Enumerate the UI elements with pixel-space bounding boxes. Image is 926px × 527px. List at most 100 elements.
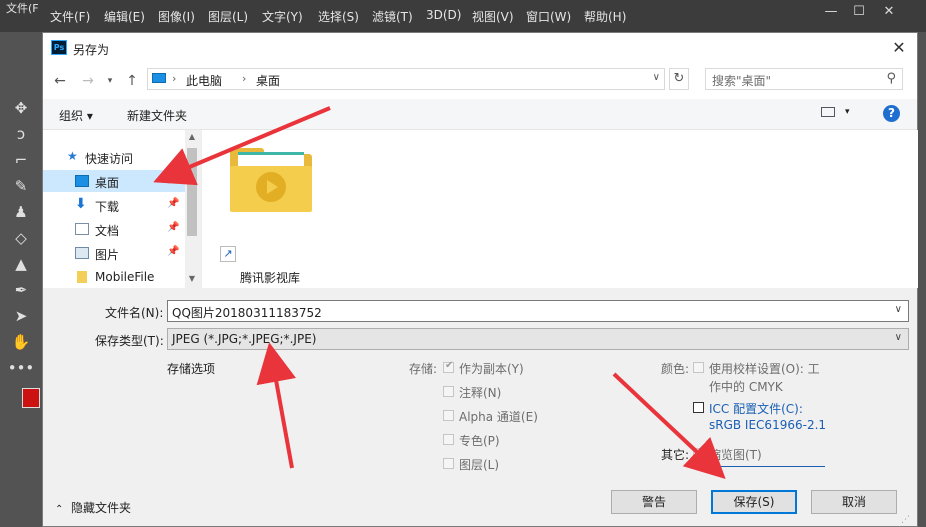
nav-item-label: 图片	[95, 248, 120, 262]
forward-arrow-icon[interactable]: →	[79, 72, 97, 90]
nav-item-label: 文档	[95, 224, 120, 238]
checkmark-icon: ✔	[445, 360, 454, 371]
spot-colors-label: 专色(P)	[459, 434, 500, 448]
layers-checkbox[interactable]	[443, 458, 454, 469]
crop-icon[interactable]: ⌐	[0, 148, 42, 172]
menu-view[interactable]: 视图(V)	[472, 8, 514, 25]
ps-file-tab[interactable]: 文件(F	[6, 0, 39, 16]
thumbnail-label: 缩览图(T)	[709, 448, 762, 462]
search-placeholder: 搜索"桌面"	[712, 74, 772, 88]
chevron-down-icon[interactable]: ∨	[895, 304, 902, 315]
organize-button[interactable]: 组织 ▾	[59, 107, 93, 124]
cancel-button[interactable]: 取消	[811, 490, 897, 514]
search-box[interactable]: 搜索"桌面" ⚲	[705, 68, 903, 90]
menu-type[interactable]: 文字(Y)	[262, 8, 303, 25]
lasso-icon[interactable]: ↄ	[0, 122, 42, 146]
menu-file[interactable]: 文件(F)	[50, 8, 90, 25]
dialog-title: 另存为	[73, 43, 110, 57]
nav-item-downloads[interactable]: ⬇ 下载 📌	[43, 194, 185, 216]
help-button[interactable]: ?	[883, 105, 900, 122]
color-label: 颜色:	[661, 362, 690, 376]
annotations-checkbox[interactable]	[443, 386, 454, 397]
pen-icon[interactable]: ✒	[0, 278, 42, 302]
spot-colors-checkbox[interactable]	[443, 434, 454, 445]
nav-item-documents[interactable]: 文档 📌	[43, 218, 185, 240]
up-arrow-icon[interactable]: ↑	[123, 72, 141, 90]
nav-item-pictures[interactable]: 图片 📌	[43, 242, 185, 264]
chevron-down-icon: ∨	[894, 332, 902, 343]
scroll-up-icon[interactable]: ▲	[185, 132, 199, 141]
ps-toolbar: ✥ ↄ ⌐ ✎ ♟ ◇ ▲ ✒ ➤ ✋ •••	[0, 66, 43, 527]
photoshop-icon: Ps	[51, 40, 67, 55]
address-dropdown-icon[interactable]: ∨	[653, 72, 660, 83]
recent-dropdown-icon[interactable]: ▾	[101, 72, 119, 90]
nav-scrollbar[interactable]: ▲ ▼	[185, 130, 199, 288]
maximize-button[interactable]: ☐	[846, 2, 872, 22]
stamp-icon[interactable]: ♟	[0, 200, 42, 224]
alpha-channels-checkbox[interactable]	[443, 410, 454, 421]
quick-access[interactable]: ★ 快速访问	[43, 146, 185, 168]
menu-filter[interactable]: 滤镜(T)	[372, 8, 413, 25]
folder-icon	[77, 271, 87, 283]
download-icon: ⬇	[75, 196, 87, 212]
folder-icon[interactable]	[230, 146, 312, 212]
menu-3d[interactable]: 3D(D)	[426, 8, 461, 22]
menu-help[interactable]: 帮助(H)	[584, 8, 626, 25]
breadcrumb-this-pc[interactable]: 此电脑	[186, 72, 222, 89]
move-icon[interactable]: ✥	[0, 96, 42, 120]
eyedropper-icon[interactable]: ✎	[0, 174, 42, 198]
scroll-down-icon[interactable]: ▼	[185, 274, 199, 283]
pin-icon: 📌	[167, 246, 180, 257]
pin-icon: 📌	[167, 174, 180, 185]
icc-profile-checkbox[interactable]	[693, 402, 704, 413]
quick-access-label: 快速访问	[85, 152, 134, 166]
resize-grip-icon[interactable]: ⋰	[901, 515, 910, 525]
eraser-icon[interactable]: ◇	[0, 226, 42, 250]
menu-window[interactable]: 窗口(W)	[526, 8, 571, 25]
breadcrumb-separator-icon: ›	[172, 72, 177, 85]
filetype-label: 保存类型(T):	[95, 334, 164, 348]
pin-icon: 📌	[167, 198, 180, 209]
nav-item-label: 下载	[95, 200, 120, 214]
menu-layer[interactable]: 图层(L)	[208, 8, 248, 25]
minimize-button[interactable]: —	[818, 2, 844, 22]
menu-edit[interactable]: 编辑(E)	[104, 8, 145, 25]
address-bar[interactable]: › 此电脑 › 桌面 ∨	[147, 68, 665, 90]
menu-image[interactable]: 图像(I)	[158, 8, 195, 25]
new-folder-button[interactable]: 新建文件夹	[127, 107, 187, 124]
proof-setup-label-line2: 作中的 CMYK	[709, 380, 783, 394]
breadcrumb-desktop[interactable]: 桌面	[256, 72, 280, 89]
menu-select[interactable]: 选择(S)	[318, 8, 359, 25]
back-arrow-icon[interactable]: ←	[51, 72, 69, 90]
filename-value: QQ图片20180311183752	[172, 306, 322, 320]
star-icon: ★	[67, 149, 78, 163]
save-form: 文件名(N): QQ图片20180311183752 ∨ 保存类型(T): JP…	[43, 288, 917, 498]
as-copy-label: 作为副本(Y)	[459, 362, 524, 376]
warning-button[interactable]: 警告	[611, 490, 697, 514]
command-bar: 组织 ▾ 新建文件夹 ▾ ?	[43, 99, 917, 130]
proof-setup-checkbox[interactable]	[693, 362, 704, 373]
address-row: ← → ▾ ↑ › 此电脑 › 桌面 ∨ ↻ 搜索"桌面" ⚲	[43, 63, 917, 99]
save-as-dialog: Ps 另存为 ✕ ← → ▾ ↑ › 此电脑 › 桌面 ∨ ↻ 搜索"桌面" ⚲…	[42, 32, 918, 527]
triangle-icon[interactable]: ▲	[0, 252, 42, 276]
save-button[interactable]: 保存(S)	[711, 490, 797, 514]
scroll-thumb[interactable]	[187, 148, 197, 236]
computer-icon	[152, 73, 166, 83]
app-close-button[interactable]: ✕	[876, 2, 902, 22]
nav-item-mobilefile[interactable]: MobileFile	[43, 266, 185, 288]
hide-folders-button[interactable]: ⌃ 隐藏文件夹	[55, 499, 131, 516]
filename-input[interactable]: QQ图片20180311183752 ∨	[167, 300, 909, 322]
folder-label[interactable]: 腾讯影视库	[240, 269, 300, 286]
thumbnail-checkbox[interactable]	[693, 448, 704, 459]
more-icon[interactable]: •••	[0, 356, 42, 380]
nav-item-desktop[interactable]: 桌面 📌	[43, 170, 185, 192]
select-arrow-icon[interactable]: ➤	[0, 304, 42, 328]
refresh-button[interactable]: ↻	[669, 68, 689, 90]
foreground-color-swatch[interactable]	[22, 388, 40, 408]
dialog-close-button[interactable]: ✕	[887, 38, 911, 58]
filetype-select[interactable]: JPEG (*.JPG;*.JPEG;*.JPE) ∨	[167, 328, 909, 350]
as-copy-checkbox[interactable]: ✔	[443, 360, 454, 373]
view-dropdown-icon[interactable]: ▾	[845, 107, 850, 117]
hand-icon[interactable]: ✋	[0, 330, 42, 354]
view-options-icon[interactable]	[821, 107, 835, 117]
